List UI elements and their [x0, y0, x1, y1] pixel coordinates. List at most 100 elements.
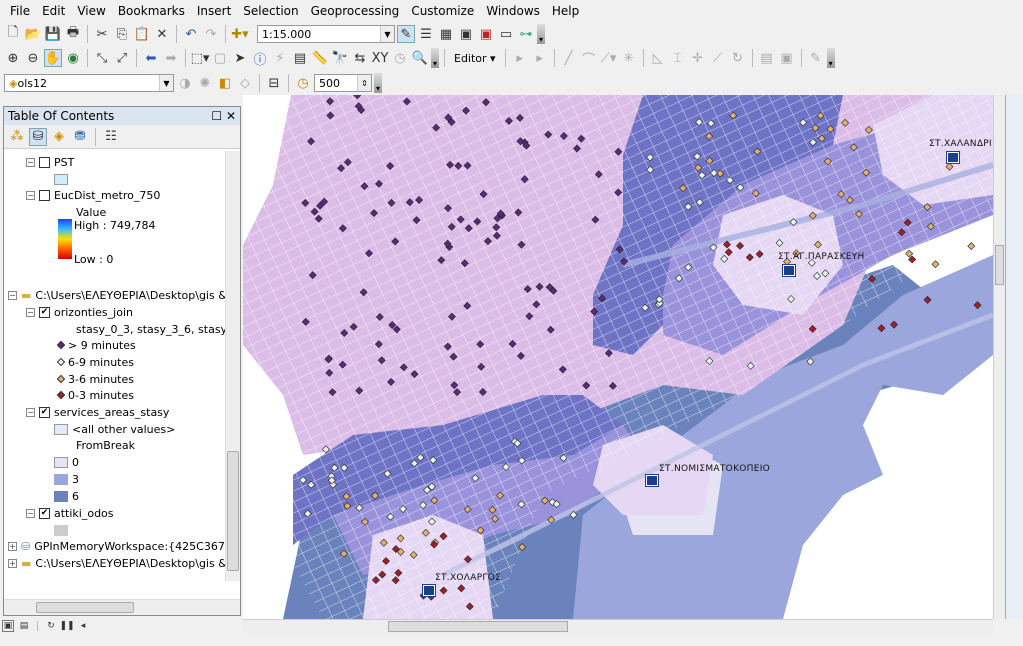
find-route-icon[interactable]: ⇆ [351, 49, 369, 67]
cut-polygons-icon[interactable]: ✛ [689, 49, 707, 67]
chevron-down-icon[interactable]: ▼ [380, 26, 394, 42]
fixed-zoom-out-icon[interactable]: ⤢ [113, 49, 131, 67]
scroll-thumb[interactable] [227, 451, 239, 571]
layer-attiki-odos[interactable]: − ✔ attiki_odos [26, 505, 114, 521]
trace-icon[interactable]: ⟋▾ [600, 49, 618, 67]
layer-checkbox[interactable] [39, 189, 50, 201]
list-by-selection-icon[interactable]: ⛃ [71, 128, 89, 146]
full-extent-icon[interactable]: ◉ [64, 49, 82, 67]
collapse-icon[interactable]: − [26, 407, 35, 417]
map-vertical-scrollbar[interactable] [993, 95, 1005, 619]
menu-bookmarks[interactable]: Bookmarks [112, 4, 191, 18]
layer-eucdist[interactable]: − EucDist_metro_750 [26, 187, 160, 203]
pause-icon[interactable]: ❚❚ [59, 620, 74, 632]
swipe-icon[interactable]: ◧ [216, 74, 234, 92]
maximize-icon[interactable]: ☐ [211, 109, 222, 123]
print-icon[interactable]: 🖶 [64, 25, 82, 43]
flicker-icon[interactable]: ◇ [236, 74, 254, 92]
layer-checkbox[interactable] [39, 156, 50, 168]
toolbar-grip[interactable]: ▾ [374, 73, 382, 93]
clear-selection-icon[interactable]: ▢ [211, 49, 229, 67]
menu-help[interactable]: Help [546, 4, 585, 18]
layer-services-areas[interactable]: − ✔ services_areas_stasy [26, 404, 169, 420]
add-data-icon[interactable]: ✚▾ [231, 25, 249, 43]
menu-insert[interactable]: Insert [191, 4, 237, 18]
editor-menu[interactable]: Editor ▾ [450, 52, 500, 65]
editor-toolbar-icon[interactable]: ✎ [397, 25, 415, 43]
metro-station-icon[interactable] [946, 151, 960, 164]
edit-annotation-icon[interactable]: ▸ [531, 49, 549, 67]
expand-icon[interactable]: + [8, 558, 17, 568]
time-icon[interactable]: ◷ [294, 74, 312, 92]
scroll-thumb[interactable] [388, 621, 568, 632]
zoom-out-icon[interactable]: ⊖ [24, 49, 42, 67]
toc-horizontal-scrollbar[interactable] [4, 599, 240, 615]
options-icon[interactable]: ☷ [102, 128, 120, 146]
collapse-icon[interactable]: − [26, 508, 35, 518]
split-icon[interactable]: ⟋ [709, 49, 727, 67]
new-icon[interactable]: 🗋 [4, 25, 22, 43]
magnifier-icon[interactable]: 🔍 [411, 49, 429, 67]
layer-checkbox[interactable]: ✔ [39, 406, 50, 418]
scroll-left-icon[interactable]: ◂ [77, 620, 89, 632]
toc-vertical-scrollbar[interactable] [225, 151, 240, 581]
metro-station-icon[interactable] [422, 584, 436, 597]
html-popup-icon[interactable]: ▤ [291, 49, 309, 67]
layer-checkbox[interactable]: ✔ [39, 306, 50, 318]
edit-tool-icon[interactable]: ▸ [511, 49, 529, 67]
time-slider-icon[interactable]: ◷ [391, 49, 409, 67]
metro-station-icon[interactable] [645, 474, 659, 487]
model-builder-icon[interactable]: ⊶ [517, 25, 535, 43]
save-icon[interactable]: 💾 [44, 25, 62, 43]
arctoolbox-icon[interactable]: ▣ [477, 25, 495, 43]
collapse-icon[interactable]: − [26, 307, 35, 317]
menu-selection[interactable]: Selection [237, 4, 304, 18]
reshape-icon[interactable]: ⌶ [669, 49, 687, 67]
layer-pst[interactable]: − PST [26, 154, 74, 170]
chevron-down-icon[interactable]: ▼ [159, 75, 173, 91]
point-icon[interactable]: ✳ [620, 49, 638, 67]
search-window-icon[interactable]: ▣ [457, 25, 475, 43]
folder-1[interactable]: − ▬ C:\Users\ΕΛΕΥΘΕΡΙΑ\Desktop\gis & [8, 287, 226, 303]
back-icon[interactable]: ⬅ [142, 49, 160, 67]
undo-icon[interactable]: ↶ [182, 25, 200, 43]
menu-view[interactable]: View [71, 4, 111, 18]
scroll-thumb[interactable] [995, 245, 1004, 285]
table-of-contents-icon[interactable]: ☰ [417, 25, 435, 43]
gp-memory-workspace[interactable]: + ⛁ GPInMemoryWorkspace:{425C3674-7 [8, 538, 226, 554]
collapse-icon[interactable]: − [8, 290, 17, 300]
menu-file[interactable]: File [4, 4, 36, 18]
brightness-icon[interactable]: ✺ [196, 74, 214, 92]
list-by-drawing-order-icon[interactable]: ⁂ [8, 128, 26, 146]
metro-station-icon[interactable] [782, 264, 796, 277]
straight-segment-icon[interactable]: ╱ [560, 49, 578, 67]
open-icon[interactable]: 📂 [24, 25, 42, 43]
value-spinner[interactable]: 500 ⇕ [314, 74, 372, 92]
scale-combo[interactable]: 1:15.000 ▼ [257, 25, 395, 43]
scroll-thumb[interactable] [36, 602, 134, 613]
toolbar-grip[interactable]: ▾ [826, 48, 835, 68]
sketch-properties-icon[interactable]: ▣ [778, 49, 796, 67]
select-elements-icon[interactable]: ➤ [231, 49, 249, 67]
layout-view-icon[interactable]: ▤ [18, 620, 30, 632]
edit-vertices-icon[interactable]: ◺ [649, 49, 667, 67]
select-features-icon[interactable]: ⬚▾ [191, 49, 210, 67]
right-dock-panel[interactable] [1005, 95, 1023, 619]
layer-checkbox[interactable]: ✔ [39, 507, 50, 519]
catalog-icon[interactable]: ▦ [437, 25, 455, 43]
map-horizontal-scrollbar[interactable] [243, 619, 993, 633]
zoom-in-icon[interactable]: ⊕ [4, 49, 22, 67]
go-to-xy-icon[interactable]: XY [371, 49, 389, 67]
toolbar-grip[interactable]: ▾ [537, 24, 545, 44]
redo-icon[interactable]: ↷ [202, 25, 220, 43]
attributes-icon[interactable]: ▤ [758, 49, 776, 67]
arc-segment-icon[interactable]: ⌒ [580, 49, 598, 68]
fixed-zoom-in-icon[interactable]: ⤡ [93, 49, 111, 67]
folder-2[interactable]: + ▬ C:\Users\ΕΛΕΥΘΕΡΙΑ\Desktop\gis & [8, 555, 226, 571]
rotate-icon[interactable]: ↻ [729, 49, 747, 67]
refresh-icon[interactable]: ↻ [45, 620, 57, 632]
toolbar-grip[interactable]: ▾ [431, 48, 439, 68]
python-icon[interactable]: ▭ [497, 25, 515, 43]
data-view-icon[interactable]: ▣ [2, 620, 14, 632]
cut-icon[interactable]: ✂ [93, 25, 111, 43]
